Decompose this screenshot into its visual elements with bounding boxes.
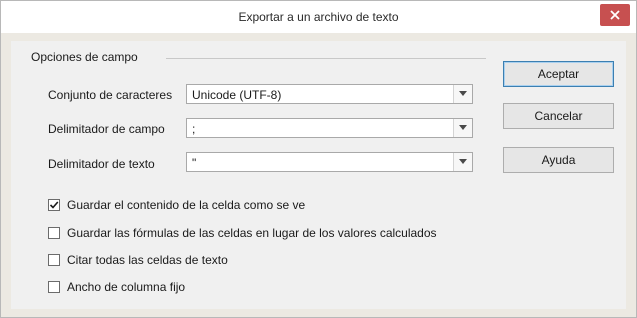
chevron-down-icon — [459, 91, 467, 96]
text-delimiter-value: " — [192, 156, 197, 170]
close-button[interactable] — [600, 4, 630, 26]
title-bar[interactable]: Exportar a un archivo de texto — [1, 1, 636, 33]
field-options-heading: Opciones de campo — [31, 50, 138, 64]
checkmark-icon — [49, 201, 59, 209]
field-delimiter-label: Delimitador de campo — [48, 122, 165, 136]
save-formulas-checkbox[interactable]: Guardar las fórmulas de las celdas en lu… — [48, 226, 463, 242]
checkbox-box[interactable] — [48, 227, 60, 239]
checkbox-label: Guardar las fórmulas de las celdas en lu… — [67, 226, 437, 240]
text-delimiter-select[interactable]: " — [186, 152, 473, 172]
charset-label: Conjunto de caracteres — [48, 88, 173, 102]
checkbox-box[interactable] — [48, 254, 60, 266]
chevron-down-icon — [459, 159, 467, 164]
close-icon — [610, 10, 620, 20]
fixed-column-width-checkbox[interactable]: Ancho de columna fijo — [48, 280, 468, 296]
charset-select[interactable]: Unicode (UTF-8) — [186, 84, 473, 104]
cancel-button[interactable]: Cancelar — [503, 103, 614, 129]
save-as-shown-checkbox[interactable]: Guardar el contenido de la celda como se… — [48, 198, 468, 214]
checkbox-label: Guardar el contenido de la celda como se… — [67, 198, 306, 212]
quote-text-cells-checkbox[interactable]: Citar todas las celdas de texto — [48, 253, 468, 269]
export-text-dialog: Exportar a un archivo de texto Opciones … — [0, 0, 637, 318]
dialog-body: Opciones de campo Conjunto de caracteres… — [11, 41, 626, 309]
checkbox-label: Citar todas las celdas de texto — [67, 253, 228, 267]
field-delimiter-dropdown-button[interactable] — [453, 119, 472, 137]
charset-value: Unicode (UTF-8) — [192, 88, 282, 102]
checkbox-box[interactable] — [48, 281, 60, 293]
help-button[interactable]: Ayuda — [503, 147, 614, 173]
accept-button[interactable]: Aceptar — [503, 61, 614, 87]
charset-dropdown-button[interactable] — [453, 85, 472, 103]
text-delimiter-dropdown-button[interactable] — [453, 153, 472, 171]
field-delimiter-select[interactable]: ; — [186, 118, 473, 138]
checkbox-box[interactable] — [48, 199, 60, 211]
dialog-title: Exportar a un archivo de texto — [238, 10, 399, 24]
text-delimiter-label: Delimitador de texto — [48, 157, 155, 171]
chevron-down-icon — [459, 125, 467, 130]
field-options-separator — [166, 58, 486, 59]
checkbox-label: Ancho de columna fijo — [67, 280, 186, 294]
field-delimiter-value: ; — [192, 122, 196, 136]
